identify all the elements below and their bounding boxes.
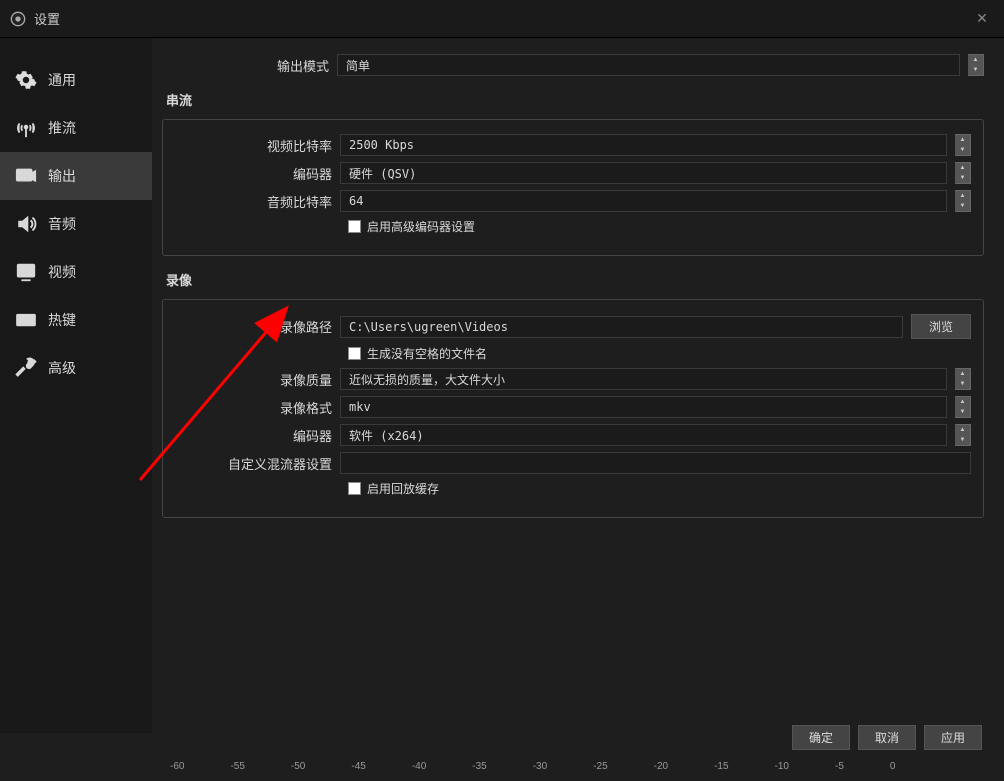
output-mode-label: 输出模式 [162, 56, 337, 75]
select-spinner[interactable]: ▲▼ [955, 396, 971, 418]
keyboard-icon [14, 308, 38, 332]
dialog-footer: 确定 取消 应用 [792, 725, 982, 750]
sidebar-item-hotkeys[interactable]: 热键 [0, 296, 152, 344]
muxer-input[interactable] [340, 452, 971, 474]
tools-icon [14, 356, 38, 380]
record-quality-label: 录像质量 [165, 370, 340, 389]
ok-button[interactable]: 确定 [792, 725, 850, 750]
speaker-icon [14, 212, 38, 236]
advanced-encoder-checkbox-label: 启用高级编码器设置 [367, 218, 475, 235]
replay-buffer-checkbox[interactable] [348, 482, 361, 495]
output-mode-row: 输出模式 简单 ▲▼ [162, 54, 984, 76]
db-ruler: -60 -55 -50 -45 -40 -35 -30 -25 -20 -15 … [170, 759, 1004, 781]
content-pane: 输出模式 简单 ▲▼ 串流 视频比特率 2500 Kbps ▲▼ 编码器 硬件 … [152, 38, 1004, 733]
gear-icon [14, 68, 38, 92]
dialog-body: 通用 推流 输出 音频 视频 热键 高级 输出模式 [0, 38, 1004, 733]
record-path-label: 录像路径 [165, 317, 340, 336]
obs-icon [10, 11, 26, 27]
monitor-icon [14, 260, 38, 284]
stream-encoder-label: 编码器 [165, 164, 340, 183]
nospace-filename-checkbox[interactable] [348, 347, 361, 360]
sidebar-item-stream[interactable]: 推流 [0, 104, 152, 152]
stream-group-title: 串流 [166, 90, 984, 109]
record-encoder-select[interactable]: 软件 (x264) [340, 424, 947, 446]
sidebar-item-audio[interactable]: 音频 [0, 200, 152, 248]
sidebar-item-video[interactable]: 视频 [0, 248, 152, 296]
video-bitrate-spinner[interactable]: ▲▼ [955, 134, 971, 156]
audio-bitrate-label: 音频比特率 [165, 192, 340, 211]
sidebar-label: 输出 [48, 166, 76, 186]
replay-buffer-label: 启用回放缓存 [367, 480, 439, 497]
select-spinner[interactable]: ▲▼ [955, 424, 971, 446]
sidebar-label: 高级 [48, 358, 76, 378]
sidebar-label: 推流 [48, 118, 76, 138]
output-mode-select[interactable]: 简单 [337, 54, 960, 76]
select-spinner[interactable]: ▲▼ [955, 162, 971, 184]
record-group: 录像路径 C:\Users\ugreen\Videos 浏览 生成没有空格的文件… [162, 299, 984, 518]
select-spinner[interactable]: ▲▼ [955, 368, 971, 390]
window-title: 设置 [34, 9, 970, 28]
record-path-input[interactable]: C:\Users\ugreen\Videos [340, 316, 903, 338]
output-icon [14, 164, 38, 188]
browse-button[interactable]: 浏览 [911, 314, 971, 339]
sidebar-item-advanced[interactable]: 高级 [0, 344, 152, 392]
antenna-icon [14, 116, 38, 140]
record-quality-select[interactable]: 近似无损的质量，大文件大小 [340, 368, 947, 390]
audio-bitrate-select[interactable]: 64 [340, 190, 947, 212]
sidebar: 通用 推流 输出 音频 视频 热键 高级 [0, 38, 152, 733]
nospace-filename-label: 生成没有空格的文件名 [367, 345, 487, 362]
muxer-label: 自定义混流器设置 [165, 454, 340, 473]
video-bitrate-input[interactable]: 2500 Kbps [340, 134, 947, 156]
select-spinner[interactable]: ▲▼ [955, 190, 971, 212]
titlebar: 设置 ✕ [0, 0, 1004, 38]
sidebar-label: 视频 [48, 262, 76, 282]
sidebar-label: 音频 [48, 214, 76, 234]
select-spinner[interactable]: ▲▼ [968, 54, 984, 76]
stream-group: 视频比特率 2500 Kbps ▲▼ 编码器 硬件 (QSV) ▲▼ 音频比特率… [162, 119, 984, 256]
advanced-encoder-checkbox[interactable] [348, 220, 361, 233]
close-button[interactable]: ✕ [970, 10, 994, 27]
record-format-label: 录像格式 [165, 398, 340, 417]
record-encoder-label: 编码器 [165, 426, 340, 445]
record-group-title: 录像 [166, 270, 984, 289]
sidebar-item-general[interactable]: 通用 [0, 56, 152, 104]
video-bitrate-label: 视频比特率 [165, 136, 340, 155]
cancel-button[interactable]: 取消 [858, 725, 916, 750]
sidebar-item-output[interactable]: 输出 [0, 152, 152, 200]
sidebar-label: 通用 [48, 70, 76, 90]
apply-button[interactable]: 应用 [924, 725, 982, 750]
stream-encoder-select[interactable]: 硬件 (QSV) [340, 162, 947, 184]
record-format-select[interactable]: mkv [340, 396, 947, 418]
sidebar-label: 热键 [48, 310, 76, 330]
